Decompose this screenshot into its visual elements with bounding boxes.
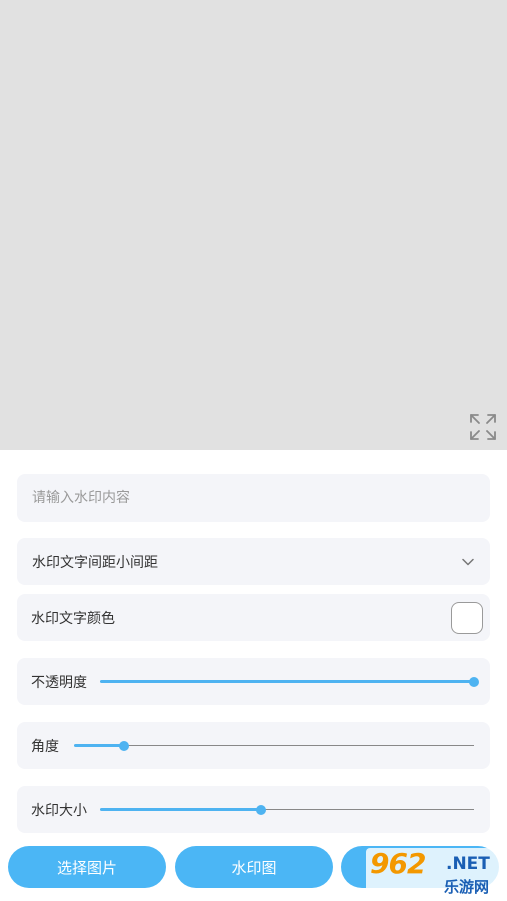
chevron-down-icon [462,558,474,566]
watermark-text-card [17,474,490,522]
fullscreen-button[interactable] [468,412,498,442]
opacity-slider[interactable] [100,672,479,692]
text-color-card: 水印文字颜色 [17,594,490,641]
angle-card: 角度 [17,722,490,769]
size-card: 水印大小 [17,786,490,833]
angle-label: 角度 [31,738,59,755]
angle-slider[interactable] [74,736,474,756]
size-label: 水印大小 [31,802,87,819]
angle-slider-fill [74,743,124,747]
text-color-label: 水印文字颜色 [31,610,115,627]
image-preview-area [0,0,507,450]
logo-net: .NET [446,854,490,874]
select-image-button[interactable]: 选择图片 [8,846,166,888]
spacing-select-value: 水印文字间距小间距 [32,554,158,571]
logo-number: 962 [370,848,426,880]
size-slider-fill [100,807,261,811]
spacing-select[interactable]: 水印文字间距小间距 [17,538,490,585]
expand-arrows-icon [470,414,496,440]
watermark-image-button[interactable]: 水印图 [175,846,333,888]
opacity-label: 不透明度 [31,674,87,691]
text-color-swatch[interactable] [451,601,483,634]
opacity-card: 不透明度 [17,658,490,705]
site-watermark-logo: 962 .NET 乐游网 [366,848,502,898]
opacity-slider-thumb[interactable] [469,676,479,687]
size-slider-thumb[interactable] [255,804,266,815]
angle-slider-track [74,744,474,746]
angle-slider-thumb[interactable] [119,740,129,751]
logo-site-name: 乐游网 [444,878,490,896]
size-slider[interactable] [100,800,474,820]
opacity-slider-fill [100,679,474,683]
watermark-text-input[interactable] [17,474,490,522]
